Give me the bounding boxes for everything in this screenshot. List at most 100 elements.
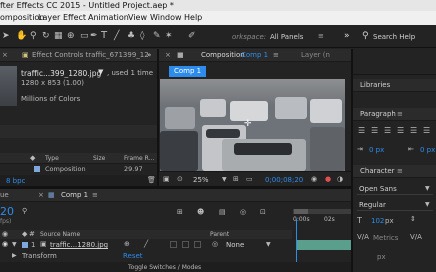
zoom-tool-icon[interactable]: ⚲: [30, 32, 37, 41]
grid-icon[interactable]: ⊞: [233, 175, 239, 183]
layer-duration-bar[interactable]: [297, 240, 351, 250]
indent-right-value[interactable]: 0 px: [420, 146, 435, 154]
type-tool-icon[interactable]: T: [101, 31, 107, 41]
label-color-chip[interactable]: [22, 242, 28, 248]
frame-blending-icon[interactable]: ▤: [219, 208, 226, 216]
chevron-down-icon[interactable]: ▼: [266, 241, 271, 248]
item-dropdown-icon[interactable]: ▼: [98, 68, 103, 76]
workspace-overflow-icon[interactable]: »: [344, 31, 350, 41]
pan-behind-tool-icon[interactable]: ⊕: [67, 32, 75, 41]
indent-left-value[interactable]: 0 px: [369, 146, 384, 154]
switch-icon[interactable]: ⊕: [124, 240, 130, 248]
render-queue-tab[interactable]: ue: [0, 189, 9, 201]
workspace-value[interactable]: All Panels: [270, 33, 303, 41]
eraser-tool-icon[interactable]: ◊: [140, 32, 144, 41]
menu-animation[interactable]: Animation: [88, 11, 129, 25]
layer-tab[interactable]: Layer (n: [301, 49, 330, 61]
effect-controls-tab[interactable]: Effect Controls traffic_671399_12: [32, 49, 149, 61]
fast-preview-icon[interactable]: ◑: [337, 175, 343, 183]
font-family-select[interactable]: Open Sans ▼: [357, 184, 433, 195]
layer-row[interactable]: ◉ ▼ 1 ▣ traffic...1280.jpg ⊕ ╱ ◎ None ▼: [0, 240, 351, 250]
roto-brush-tool-icon[interactable]: ✎: [153, 32, 161, 41]
panel-overflow-icon[interactable]: »: [147, 49, 151, 61]
column-parent[interactable]: Parent: [210, 231, 229, 238]
bpc-toggle[interactable]: 8 bpc: [6, 177, 25, 185]
libraries-header[interactable]: Libraries: [353, 79, 436, 92]
rotate-tool-icon[interactable]: ↻: [42, 32, 50, 41]
parent-value[interactable]: None: [226, 241, 244, 249]
kerning-value[interactable]: Metrics: [373, 234, 398, 242]
paragraph-tab[interactable]: Paragraph: [360, 108, 396, 120]
composition-menu-icon[interactable]: ≡: [273, 49, 279, 61]
timecode-display[interactable]: 0;00;08;20: [265, 176, 303, 184]
comp-chip[interactable]: Comp 1: [169, 66, 207, 77]
close-icon[interactable]: ×: [38, 189, 44, 201]
menu-help[interactable]: Help: [184, 11, 202, 25]
zoom-level[interactable]: 25%: [193, 176, 209, 184]
expand-arrow-icon[interactable]: ▼: [12, 241, 17, 248]
rectangle-tool-icon[interactable]: ▭: [80, 32, 89, 41]
menu-layer[interactable]: Layer: [38, 11, 60, 25]
justify-center-icon[interactable]: ☰: [410, 126, 417, 135]
switch-box[interactable]: [170, 241, 177, 248]
column-frame-rate[interactable]: Frame R...: [124, 155, 154, 162]
visibility-icon[interactable]: ◉: [2, 240, 8, 248]
column-size[interactable]: Size: [93, 155, 105, 162]
motion-blur-icon[interactable]: ◎: [240, 208, 246, 216]
always-preview-icon[interactable]: ▣: [163, 175, 170, 183]
menu-effect[interactable]: Effect: [63, 11, 86, 25]
pin-icon[interactable]: ✐: [188, 32, 196, 41]
font-size-value[interactable]: 102: [371, 217, 384, 225]
camera-tool-icon[interactable]: ▦: [54, 32, 63, 41]
pick-whip-icon[interactable]: ◎: [212, 240, 218, 248]
graph-editor-icon[interactable]: ⊡: [260, 208, 266, 216]
paragraph-menu-icon[interactable]: ≡: [397, 108, 403, 120]
timeline-menu-icon[interactable]: ≡: [92, 189, 98, 201]
align-right-icon[interactable]: ☰: [384, 126, 391, 135]
brush-tool-icon[interactable]: ╱: [114, 32, 119, 41]
transform-reset[interactable]: Reset: [123, 252, 143, 260]
search-icon[interactable]: ⚲: [362, 31, 369, 41]
libraries-tab[interactable]: Libraries: [360, 79, 390, 91]
work-area-bar[interactable]: [293, 209, 351, 214]
clone-stamp-tool-icon[interactable]: ♣: [127, 32, 135, 41]
menu-window[interactable]: Window: [150, 11, 182, 25]
workspace-menu-icon[interactable]: ≡: [318, 32, 324, 40]
column-source-name[interactable]: Source Name: [40, 231, 80, 238]
resolution-icon[interactable]: ⊙: [177, 175, 183, 183]
close-icon[interactable]: ×: [165, 49, 171, 61]
search-help-field[interactable]: Search Help: [373, 33, 415, 41]
menu-view[interactable]: View: [128, 11, 147, 25]
justify-all-icon[interactable]: ☰: [423, 126, 430, 135]
lock-icon[interactable]: ■: [177, 49, 184, 61]
toggle-switches-modes[interactable]: Toggle Switches / Modes: [128, 264, 201, 271]
selection-tool-icon[interactable]: ➤: [2, 32, 10, 41]
project-row[interactable]: Composition 29.97: [0, 165, 157, 174]
trash-icon[interactable]: 🗑: [147, 176, 156, 184]
hand-tool-icon[interactable]: ✋: [16, 32, 27, 41]
timeline-tab[interactable]: Comp 1: [61, 189, 88, 201]
close-icon[interactable]: ×: [2, 49, 8, 61]
shy-layers-icon[interactable]: ☻: [197, 208, 204, 216]
switch-box[interactable]: [194, 241, 201, 248]
draft-3d-icon[interactable]: ⊞: [177, 208, 183, 216]
column-type[interactable]: Type: [45, 155, 59, 162]
search-icon[interactable]: ⚲: [22, 207, 27, 215]
layer-name[interactable]: traffic...1280.jpg: [50, 241, 108, 249]
anchor-point-icon[interactable]: ✛: [244, 119, 252, 129]
puppet-pin-tool-icon[interactable]: ✶: [165, 32, 173, 41]
channel-icon[interactable]: ●: [325, 175, 331, 183]
composition-tab-name[interactable]: Comp 1: [241, 49, 268, 61]
transform-row[interactable]: ▶ Transform Reset: [0, 251, 351, 261]
character-tab[interactable]: Character: [360, 165, 395, 177]
expand-arrow-icon[interactable]: ▶: [12, 252, 17, 259]
character-menu-icon[interactable]: ≡: [397, 165, 403, 177]
mask-icon[interactable]: ▭: [246, 175, 253, 183]
justify-left-icon[interactable]: ☰: [397, 126, 404, 135]
zoom-dropdown-icon[interactable]: ▼: [222, 176, 227, 183]
align-left-icon[interactable]: ☰: [358, 126, 365, 135]
composition-tab[interactable]: Composition: [201, 49, 245, 61]
quality-icon[interactable]: ╱: [144, 240, 148, 248]
align-center-icon[interactable]: ☰: [371, 126, 378, 135]
switch-box[interactable]: [182, 241, 189, 248]
